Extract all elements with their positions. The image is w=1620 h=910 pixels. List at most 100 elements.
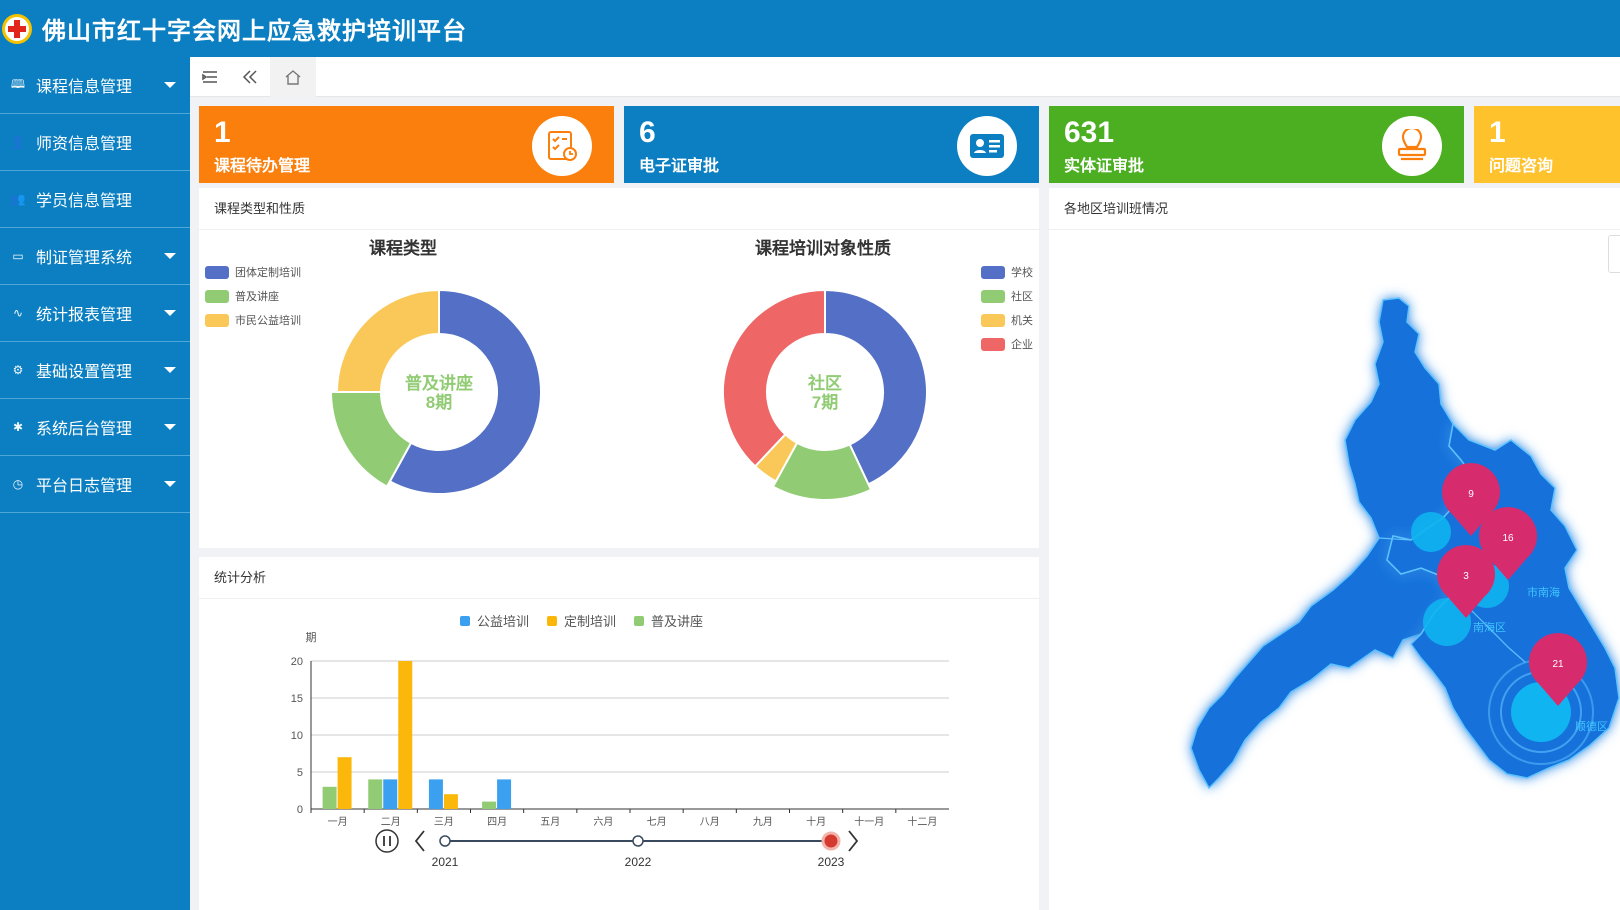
- x-tick-label: 六月: [593, 816, 613, 828]
- region-map-panel: 各地区培训班情况 市南海 南海区 顺德区 9 16 3 21: [1049, 188, 1620, 910]
- clock-icon: ◷: [12, 477, 24, 491]
- donut1-center-label: 普及讲座 8期: [389, 374, 489, 412]
- caret-down-icon: [164, 424, 176, 430]
- map-bubble-1[interactable]: [1411, 512, 1451, 552]
- bar-定制培训[interactable]: [398, 661, 413, 809]
- bar-定制培训[interactable]: [337, 757, 352, 809]
- bar-公益培训[interactable]: [428, 779, 443, 809]
- x-tick-label: 三月: [434, 816, 454, 828]
- card-label: 电子证审批: [639, 158, 720, 175]
- x-tick-label: 二月: [381, 816, 401, 828]
- card-question[interactable]: 1 问题咨询: [1474, 106, 1620, 183]
- sidebar-item-5[interactable]: ⚙ 基础设置管理: [0, 342, 190, 399]
- donut2-center-label: 社区 7期: [775, 374, 875, 412]
- y-tick-label: 5: [297, 767, 303, 779]
- donut1-center-name: 普及讲座: [405, 374, 473, 393]
- chevron-left-icon[interactable]: [414, 830, 425, 852]
- home-icon[interactable]: [270, 57, 316, 97]
- course-type-panel: 课程类型和性质 课程类型 课程培训对象性质 团体定制培训 普及讲座 市民公益培训 学…: [199, 188, 1039, 548]
- red-cross-logo-icon: [2, 13, 32, 44]
- bar-普及讲座[interactable]: [482, 801, 497, 809]
- timeline-point[interactable]: [821, 831, 841, 851]
- timeline-year-label: 2022: [625, 855, 652, 869]
- chevron-right-icon[interactable]: [848, 830, 859, 852]
- menu-collapse-icon[interactable]: [190, 57, 230, 97]
- book-icon: 🕮: [10, 76, 26, 91]
- timeline-point[interactable]: [439, 835, 451, 847]
- y-tick-label: 20: [291, 656, 303, 668]
- y-axis-label: 期: [306, 631, 317, 644]
- card-value: 631: [1064, 116, 1115, 149]
- sidebar-item-1[interactable]: 👤 师资信息管理: [0, 114, 190, 171]
- cog-icon: ✱: [12, 420, 24, 434]
- id-card-icon: [957, 116, 1017, 176]
- y-tick-label: 0: [297, 804, 303, 816]
- sidebar-item-2[interactable]: 👥 学员信息管理: [0, 171, 190, 228]
- sidebar-item-7[interactable]: ◷ 平台日志管理: [0, 456, 190, 513]
- bar-公益培训[interactable]: [383, 779, 398, 809]
- map-area-label: 市南海: [1527, 585, 1560, 599]
- sidebar-item-label: 平台日志管理: [36, 478, 133, 495]
- sidebar-item-label: 课程信息管理: [36, 79, 133, 96]
- sidebar-item-6[interactable]: ✱ 系统后台管理: [0, 399, 190, 456]
- user-icon: 👤: [10, 135, 26, 149]
- map-marker-value: 9: [1468, 489, 1474, 500]
- sidebar-item-label: 系统后台管理: [36, 421, 133, 438]
- card-label: 问题咨询: [1489, 158, 1554, 175]
- sidebar-item-4[interactable]: ∿ 统计报表管理: [0, 285, 190, 342]
- pause-button[interactable]: [375, 829, 399, 853]
- sidebar-item-label: 学员信息管理: [36, 193, 133, 210]
- sidebar-item-label: 统计报表管理: [36, 307, 133, 324]
- caret-down-icon: [164, 82, 176, 88]
- timeline-point[interactable]: [632, 835, 644, 847]
- top-bar: 佛山市红十字会网上应急救护培训平台: [0, 0, 1620, 57]
- card-course-todo[interactable]: 1 课程待办管理: [199, 106, 614, 183]
- caret-down-icon: [164, 310, 176, 316]
- timeline-year-label: 2021: [432, 855, 459, 869]
- tab-bar: [190, 57, 1620, 97]
- sidebar-item-label: 制证管理系统: [36, 250, 133, 267]
- card-label: 课程待办管理: [214, 158, 311, 175]
- donut2-center-name: 社区: [808, 374, 842, 393]
- caret-down-icon: [164, 481, 176, 487]
- x-tick-label: 十月: [806, 815, 826, 828]
- card-e-certificate[interactable]: 6 电子证审批: [624, 106, 1039, 183]
- donut1-center-value: 8期: [425, 393, 453, 412]
- map-marker-value: 21: [1552, 659, 1564, 670]
- caret-down-icon: [164, 367, 176, 373]
- bar-公益培训[interactable]: [497, 779, 512, 809]
- sidebar-item-0[interactable]: 🕮 课程信息管理: [0, 57, 190, 114]
- app-title: 佛山市红十字会网上应急救护培训平台: [42, 18, 467, 45]
- bar-普及讲座[interactable]: [368, 779, 383, 809]
- x-tick-label: 十一月: [854, 815, 884, 828]
- card-value: 6: [639, 116, 656, 149]
- bar-定制培训[interactable]: [443, 794, 458, 809]
- y-tick-label: 15: [291, 693, 303, 705]
- bar-普及讲座[interactable]: [322, 786, 337, 809]
- schedule-check-icon: [532, 116, 592, 176]
- x-tick-label: 一月: [328, 816, 348, 828]
- map-area-label: 南海区: [1473, 620, 1506, 634]
- donut-charts: [329, 288, 928, 501]
- bar-chart: 期 0 5 10 15 20 一月 二月 三月 四月 五月 六月 七月 八月 九月 十月 十一月 十二月 2021 2…: [291, 631, 949, 869]
- users-icon: 👥: [10, 192, 26, 206]
- card-value: 1: [214, 116, 231, 149]
- card-physical-certificate[interactable]: 631 实体证审批: [1049, 106, 1464, 183]
- map-marker-value: 3: [1463, 571, 1469, 582]
- y-tick-label: 10: [291, 730, 303, 742]
- id-card-icon: ▭: [12, 249, 24, 263]
- card-label: 实体证审批: [1064, 158, 1145, 175]
- sidebar-item-3[interactable]: ▭ 制证管理系统: [0, 228, 190, 285]
- x-tick-label: 七月: [647, 816, 667, 828]
- sidebar-item-label: 基础设置管理: [36, 364, 133, 381]
- x-tick-label: 五月: [540, 816, 560, 828]
- sidebar: 🕮 课程信息管理 👤 师资信息管理 👥 学员信息管理 ▭ 制证管理系统 ∿ 统计报表管理 ⚙ 基础设置…: [0, 57, 190, 910]
- donut2-center-value: 7期: [811, 393, 839, 412]
- card-value: 1: [1489, 116, 1506, 149]
- caret-down-icon: [164, 253, 176, 259]
- x-tick-label: 九月: [753, 816, 773, 828]
- map-area-label: 顺德区: [1575, 719, 1608, 733]
- foshan-map: 市南海 南海区 顺德区 9 16 3 21: [1190, 297, 1620, 790]
- double-chevron-left-icon[interactable]: [230, 57, 270, 97]
- sidebar-item-label: 师资信息管理: [36, 136, 133, 153]
